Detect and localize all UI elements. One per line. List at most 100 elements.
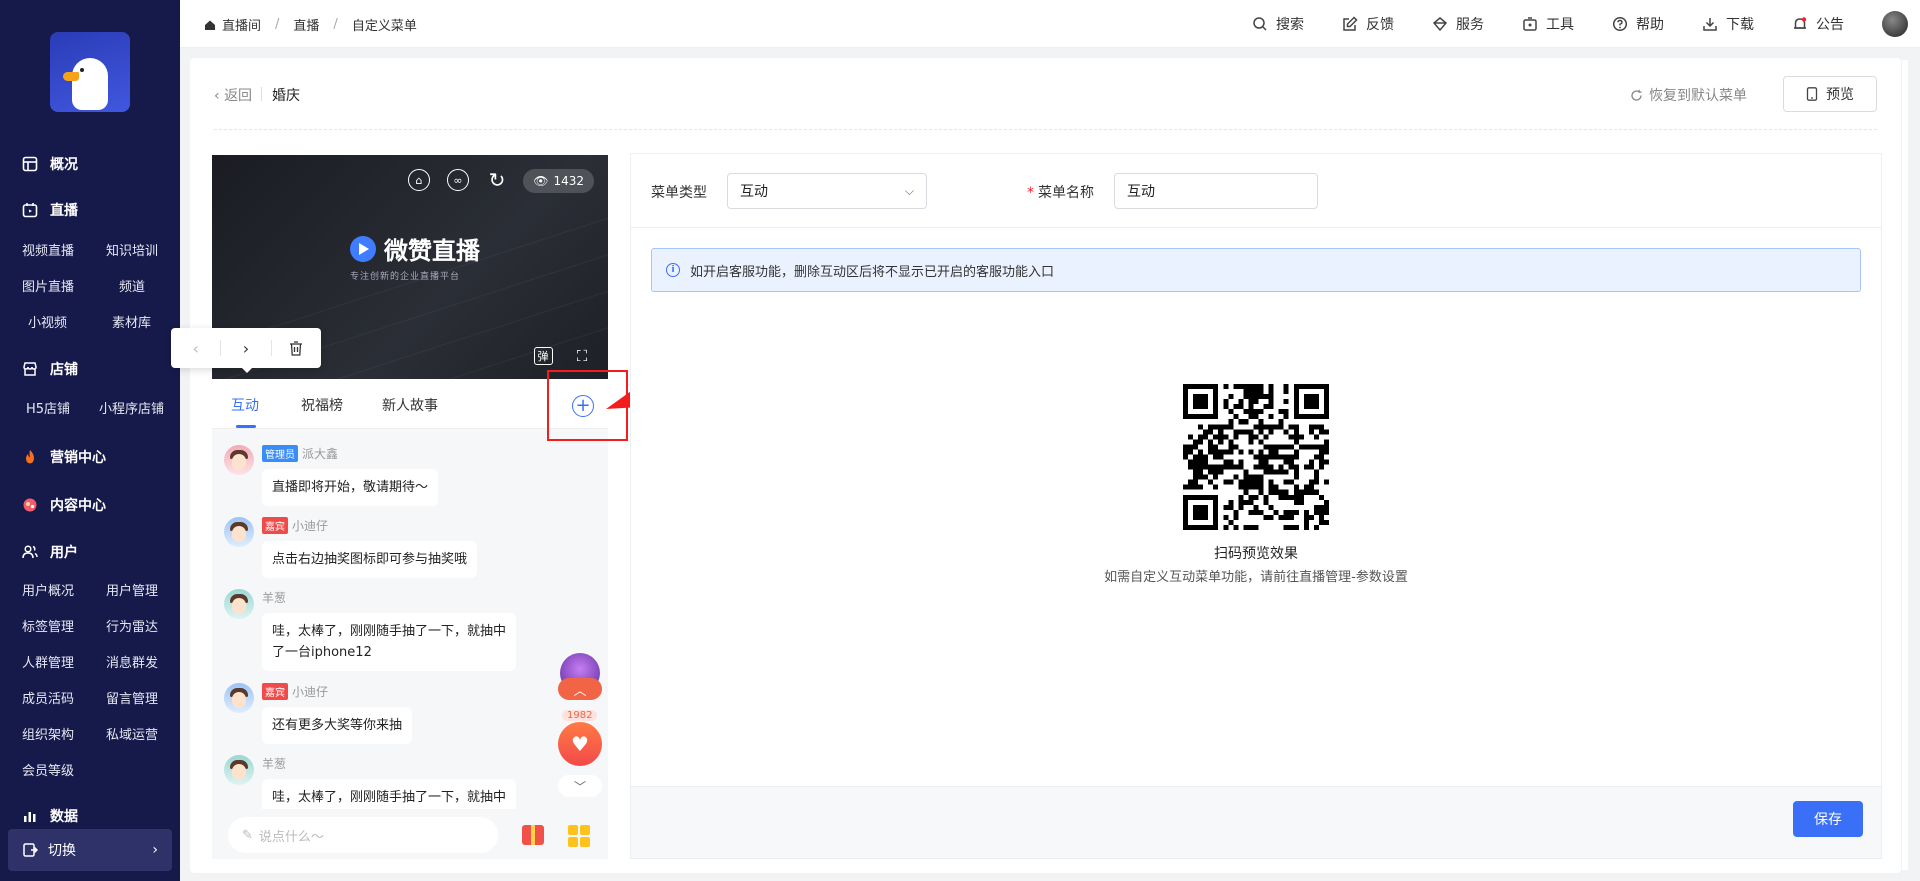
users-icon [22, 545, 38, 559]
toolbar-label: 公告 [1816, 17, 1844, 33]
toolbar-announcement[interactable]: 公告 [1792, 14, 1844, 34]
breadcrumb-item-live[interactable]: 直播 [293, 15, 319, 34]
menu-name-input[interactable]: 互动 [1114, 173, 1318, 209]
home-icon: ⌂ [408, 169, 430, 191]
tab-interaction[interactable]: 互动 [231, 395, 259, 415]
chevron-down-icon[interactable]: ﹀ [558, 775, 602, 797]
breadcrumb-item-home[interactable]: 直播间 [204, 15, 261, 34]
sidebar-item-org-structure[interactable]: 组织架构 [22, 724, 74, 743]
sidebar-item-short-video[interactable]: 小视频 [28, 312, 67, 331]
sidebar-section-marketing[interactable]: 营销中心 [22, 447, 106, 467]
sidebar-item-h5-store[interactable]: H5店铺 [26, 398, 70, 417]
user-avatar[interactable] [1882, 11, 1908, 37]
toolbar-download[interactable]: 下载 [1702, 14, 1754, 34]
move-right-button[interactable]: › [221, 328, 270, 368]
breadcrumb-separator: / [275, 17, 280, 32]
fullscreen-button[interactable]: ⛶ [571, 345, 593, 367]
avatar [224, 445, 254, 475]
apps-grid-icon[interactable] [568, 825, 590, 847]
home-icon [205, 20, 215, 30]
sidebar-item-user-manage[interactable]: 用户管理 [106, 580, 158, 599]
feedback-icon [1343, 16, 1358, 31]
danmu-toggle[interactable]: 弹 [532, 345, 554, 367]
sidebar-item-video-live[interactable]: 视频直播 [22, 240, 74, 259]
toolbar-label: 帮助 [1636, 17, 1664, 33]
page-header: ‹ 返回 婚庆 恢复到默认菜单 预览 [214, 58, 1877, 130]
video-refresh-button[interactable]: ↻ [486, 168, 508, 192]
chat-bubble: 哇，太棒了，刚刚随手抽了一下，就抽中 [262, 779, 517, 809]
menu-config-panel: 菜单类型 互动 ⌵ * 菜单名称 互动 i 如开启客服功能，删除互动区后将不显示已… [630, 153, 1882, 859]
sidebar-item-user-overview[interactable]: 用户概况 [22, 580, 74, 599]
sidebar-section-content[interactable]: 内容中心 [22, 495, 106, 515]
video-link-button[interactable]: ∞ [447, 169, 469, 191]
avatar [224, 589, 254, 619]
sidebar-section-overview[interactable]: 概况 [22, 154, 78, 174]
toolbar-help[interactable]: 帮助 [1612, 14, 1664, 34]
sidebar-section-data[interactable]: 数据 [22, 806, 78, 826]
view-count: 1432 [553, 174, 584, 188]
menu-type-select[interactable]: 互动 ⌵ [727, 173, 927, 209]
back-button[interactable]: ‹ 返回 [214, 85, 252, 105]
toolbar-service[interactable]: 服务 [1432, 14, 1484, 34]
breadcrumb-label: 直播间 [222, 19, 262, 34]
switch-button[interactable]: 切换 › [8, 829, 172, 871]
chat-username: 羊葱 [262, 591, 287, 605]
chevron-right-icon: › [152, 842, 158, 858]
delete-button[interactable] [272, 328, 321, 368]
live-icon [22, 203, 38, 218]
role-badge: 嘉宾 [262, 517, 288, 534]
qr-note: 如需自定义互动菜单功能，请前往直播管理-参数设置 [1104, 570, 1408, 585]
toolbar-feedback[interactable]: 反馈 [1342, 14, 1394, 34]
sidebar-section-store[interactable]: 店铺 [22, 359, 78, 379]
toolbar-tools[interactable]: 工具 [1522, 14, 1574, 34]
sidebar-item-miniapp-store[interactable]: 小程序店铺 [99, 398, 164, 417]
gift-icon[interactable] [522, 825, 544, 845]
content-icon [23, 498, 37, 512]
tab-couple-story[interactable]: 新人故事 [382, 395, 438, 415]
breadcrumb-separator: / [333, 17, 338, 32]
top-bar: 直播间 / 直播 / 自定义菜单 搜索 反馈 服务 工具 帮助 下载 公告 [180, 0, 1920, 48]
sidebar-item-material[interactable]: 素材库 [112, 312, 151, 331]
service-icon [1432, 17, 1448, 32]
role-badge: 管理员 [262, 445, 298, 462]
sidebar-section-users[interactable]: 用户 [22, 542, 78, 562]
sidebar-item-member-code[interactable]: 成员活码 [22, 688, 74, 707]
sidebar-item-crowd-manage[interactable]: 人群管理 [22, 652, 74, 671]
active-tab-indicator [236, 425, 256, 428]
toolbar-search[interactable]: 搜索 [1252, 14, 1304, 34]
sidebar-item-message-manage[interactable]: 留言管理 [106, 688, 158, 707]
sidebar-section-live[interactable]: 直播 [22, 200, 78, 220]
sidebar-item-private-ops[interactable]: 私域运营 [106, 724, 158, 743]
chat-bubble: 还有更多大奖等你来抽 [262, 707, 413, 744]
chat-input[interactable]: ✎ 说点什么～ [228, 817, 498, 853]
sidebar-item-channel[interactable]: 频道 [119, 276, 145, 295]
chat-text: 了一台iphone12 [272, 645, 372, 660]
sidebar-item-photo-live[interactable]: 图片直播 [22, 276, 74, 295]
help-icon [1612, 16, 1628, 32]
chat-list: 管理员 派大鑫 直播即将开始，敬请期待～ 嘉宾 小迪仔 点击右边抽奖图标即可参与抽奖… [212, 429, 608, 809]
restore-default-menu-button[interactable]: 恢复到默认菜单 [1630, 85, 1747, 105]
menu-name-label-text: 菜单名称 [1038, 185, 1094, 201]
heart-icon[interactable]: ♥ [558, 722, 602, 766]
chevron-up-icon[interactable]: ︿ [558, 678, 602, 700]
tab-blessing-rank[interactable]: 祝福榜 [301, 395, 343, 415]
video-brand-label: 微赞直播 [384, 237, 480, 265]
breadcrumb-item-custom-menu: 自定义菜单 [351, 19, 417, 34]
save-button[interactable]: 保存 [1793, 801, 1863, 837]
page-scrollbar[interactable] [1902, 60, 1908, 870]
video-home-button[interactable]: ⌂ [408, 169, 430, 191]
sidebar-item-mass-message[interactable]: 消息群发 [106, 652, 158, 671]
sidebar-item-member-level[interactable]: 会员等级 [22, 760, 74, 779]
chat-bubble: 点击右边抽奖图标即可参与抽奖哦 [262, 541, 478, 578]
search-icon [1253, 17, 1267, 31]
chat-text: 直播即将开始，敬请期待～ [272, 480, 429, 495]
preview-button[interactable]: 预览 [1783, 76, 1877, 112]
info-icon: i [666, 263, 680, 277]
sidebar-item-training[interactable]: 知识培训 [106, 240, 158, 259]
move-left-button[interactable]: ‹ [171, 328, 220, 368]
brand-logo[interactable] [50, 32, 130, 112]
sidebar-item-behavior-radar[interactable]: 行为雷达 [106, 616, 158, 635]
sidebar-item-tag-manage[interactable]: 标签管理 [22, 616, 74, 635]
dashboard-icon [22, 156, 38, 172]
store-icon [23, 362, 37, 376]
